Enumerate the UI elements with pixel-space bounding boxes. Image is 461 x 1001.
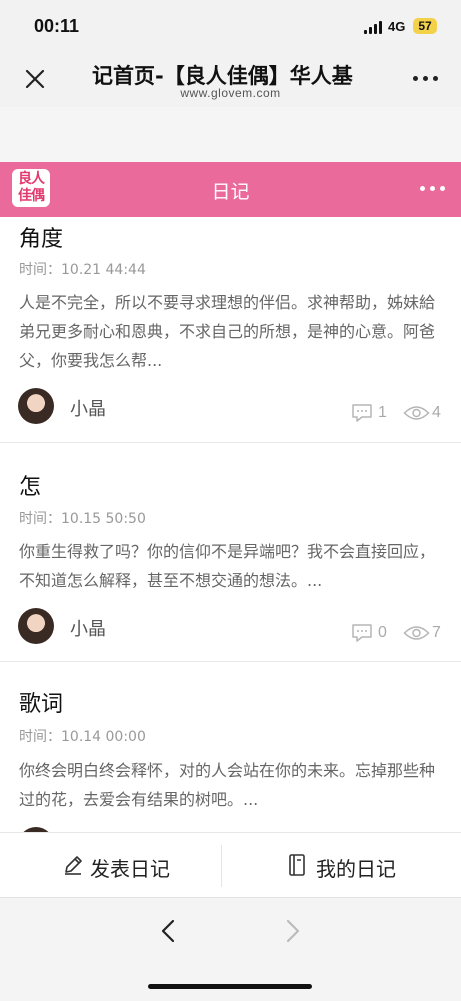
diary-entry[interactable]: 角度 时间：10.21 44:44 人是不完全，所以不要寻求理想的伴侣。求神帮助… (0, 217, 461, 442)
entry-title[interactable]: 怎 (19, 469, 41, 501)
comment-count: 1 (378, 404, 387, 421)
entry-title[interactable]: 角度 (19, 221, 63, 253)
entry-excerpt[interactable]: 你终会明白终会释怀，对的人会站在你的未来。忘掉那些种过的花，去爱会有结果的树吧。… (19, 756, 444, 814)
entry-time: 时间：10.21 44:44 (19, 262, 146, 278)
entry-excerpt[interactable]: 你重生得救了吗？你的信仰不是异端吧？我不会直接回应，不知道怎么解释，甚至不想交通… (19, 537, 444, 595)
view-count: 7 (432, 624, 441, 641)
author-avatar[interactable] (18, 608, 54, 644)
bottom-action-bar: 发表日记 我的日记 (0, 832, 461, 898)
diary-entry[interactable]: 怎 时间：10.15 50:50 你重生得救了吗？你的信仰不是异端吧？我不会直接… (0, 443, 461, 661)
my-diary-button[interactable]: 我的日记 (231, 833, 461, 898)
view-count: 4 (432, 404, 441, 421)
my-diary-label: 我的日记 (316, 857, 396, 881)
battery-icon: 57 (413, 18, 437, 34)
entry-title[interactable]: 歌词 (19, 686, 63, 718)
diary-list: 角度 时间：10.21 44:44 人是不完全，所以不要寻求理想的伴侣。求神帮助… (0, 217, 461, 832)
signal-icon (364, 21, 384, 34)
forward-icon[interactable] (283, 918, 303, 944)
network-type: 4G (388, 19, 406, 34)
page-url: www.glovem.com (180, 86, 281, 100)
browser-top-bar: 记首页-【良人佳偶】华人基 www.glovem.com (0, 52, 461, 107)
notebook-icon (289, 854, 305, 876)
comment-icon[interactable] (351, 403, 373, 423)
diary-entry[interactable]: 歌词 时间：10.14 00:00 你终会明白终会释怀，对的人会站在你的未来。忘… (0, 662, 461, 832)
home-indicator (148, 984, 312, 989)
entry-excerpt[interactable]: 人是不完全，所以不要寻求理想的伴侣。求神帮助，姊妹給弟兄更多耐心和恩典，不求自己… (19, 288, 444, 375)
header-title: 日记 (211, 181, 250, 203)
status-time: 00:11 (34, 16, 80, 36)
status-bar: 00:11 4G 57 (0, 0, 461, 52)
comment-count: 0 (378, 624, 387, 641)
page-spacer (0, 107, 461, 162)
comment-icon[interactable] (351, 623, 373, 643)
edit-icon (65, 856, 82, 875)
view-icon (403, 626, 430, 640)
view-icon (403, 406, 430, 420)
author-name[interactable]: 小晶 (70, 615, 106, 641)
post-diary-button[interactable]: 发表日记 (0, 833, 230, 898)
entry-time: 时间：10.15 50:50 (19, 511, 146, 527)
post-diary-label: 发表日记 (90, 857, 170, 881)
more-options-icon[interactable] (413, 76, 441, 84)
back-icon[interactable] (158, 918, 178, 944)
action-separator (221, 845, 222, 887)
app-more-icon[interactable] (420, 186, 446, 192)
author-name[interactable]: 小晶 (70, 395, 106, 421)
author-avatar[interactable] (18, 388, 54, 424)
entry-time: 时间：10.14 00:00 (19, 729, 146, 745)
